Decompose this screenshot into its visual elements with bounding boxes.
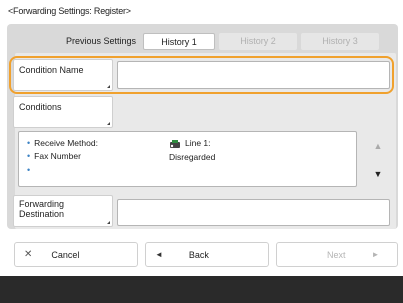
scroll-down-button[interactable]: ▼ <box>366 164 390 184</box>
condition-value: Disregarded <box>169 152 216 162</box>
history-tabs: Previous Settings History 1 History 2 Hi… <box>63 33 379 50</box>
list-item: • Fax Number <box>27 151 81 161</box>
fax-line-icon <box>169 139 181 148</box>
screen-title: <Forwarding Settings: Register> <box>8 6 131 16</box>
list-item: • <box>27 165 34 175</box>
condition-key: Fax Number <box>34 151 81 161</box>
next-button: Next ► <box>276 242 398 267</box>
close-icon: ✕ <box>24 249 33 260</box>
condition-value: Line 1: <box>169 138 211 148</box>
conditions-list: • Receive Method: Line 1: • Fax Number D… <box>18 131 357 187</box>
tab-previous-settings[interactable]: Previous Settings <box>63 33 139 50</box>
cancel-button[interactable]: ✕ Cancel <box>14 242 138 267</box>
arrow-right-icon: ► <box>371 250 380 259</box>
next-label: Next <box>327 249 346 260</box>
cancel-label: Cancel <box>51 249 80 260</box>
conditions-button[interactable]: Conditions <box>13 96 113 128</box>
bullet-icon: • <box>27 165 31 175</box>
list-item: • Receive Method: <box>27 138 98 148</box>
bullet-icon: • <box>27 151 31 161</box>
back-label: Back <box>188 249 209 260</box>
triangle-down-icon: ▼ <box>373 169 383 179</box>
bullet-icon: • <box>27 138 31 148</box>
tab-history-3: History 3 <box>301 33 379 50</box>
forwarding-destination-label-2: Destination <box>19 209 65 219</box>
back-button[interactable]: ◄ Back <box>145 242 269 267</box>
tab-history-1[interactable]: History 1 <box>143 33 215 50</box>
scroll-up-button[interactable]: ▲ <box>366 136 390 156</box>
expand-caret-icon <box>107 119 110 125</box>
forwarding-destination-label-1: Forwarding <box>19 199 65 209</box>
expand-caret-icon <box>107 218 110 224</box>
forwarding-destination-field[interactable] <box>117 199 390 226</box>
tab-history-2: History 2 <box>219 33 297 50</box>
status-bar <box>0 276 403 303</box>
condition-key: Receive Method: <box>34 138 98 148</box>
condition-name-button[interactable]: Condition Name <box>13 59 113 91</box>
condition-name-label: Condition Name <box>19 65 84 75</box>
condition-value-text: Line 1: <box>185 138 211 148</box>
triangle-up-icon: ▲ <box>373 141 383 151</box>
arrow-left-icon: ◄ <box>155 250 163 259</box>
forwarding-destination-button[interactable]: Forwarding Destination <box>13 195 113 227</box>
expand-caret-icon <box>107 82 110 88</box>
condition-name-field[interactable] <box>117 61 390 89</box>
conditions-label: Conditions <box>19 102 62 112</box>
